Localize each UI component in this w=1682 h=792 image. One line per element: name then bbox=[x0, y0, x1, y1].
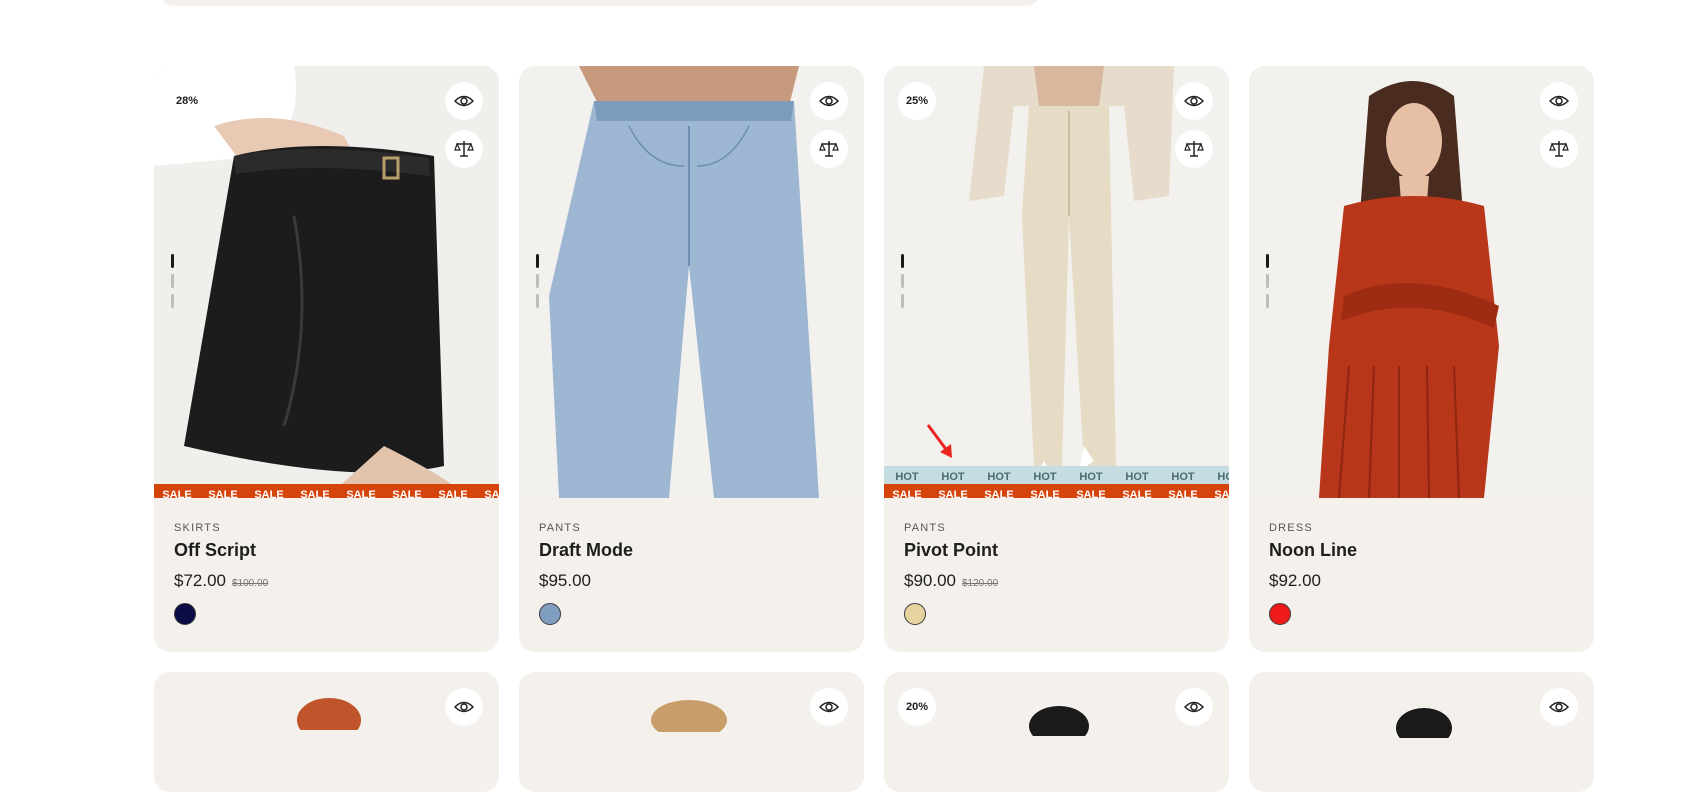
annotation-arrow-icon bbox=[926, 424, 952, 458]
hair-photo-crop bbox=[1396, 708, 1452, 738]
compare-button[interactable] bbox=[1540, 130, 1578, 168]
pager-dot[interactable] bbox=[901, 274, 904, 288]
product-price: $92.00 bbox=[1269, 571, 1321, 590]
pager-dot[interactable] bbox=[171, 294, 174, 308]
eye-icon bbox=[819, 701, 839, 713]
discount-badge: 28% bbox=[168, 82, 206, 120]
color-swatch[interactable] bbox=[1269, 603, 1291, 625]
quick-view-button[interactable] bbox=[445, 82, 483, 120]
scale-icon bbox=[454, 141, 474, 157]
product-card[interactable] bbox=[1249, 672, 1594, 792]
pager-dot[interactable] bbox=[536, 274, 539, 288]
quick-view-button[interactable] bbox=[1540, 82, 1578, 120]
compare-button[interactable] bbox=[810, 130, 848, 168]
product-card[interactable]: 28% SALE SALE SALE SALE SALE SALE SALE S… bbox=[154, 66, 499, 652]
pager-dot-active[interactable] bbox=[536, 254, 539, 268]
product-name[interactable]: Noon Line bbox=[1269, 540, 1574, 561]
quick-view-button[interactable] bbox=[445, 688, 483, 726]
pager-dot[interactable] bbox=[536, 294, 539, 308]
pager-dot-active[interactable] bbox=[901, 254, 904, 268]
product-card[interactable]: PANTS Draft Mode $95.00 bbox=[519, 66, 864, 652]
skirt-photo bbox=[154, 66, 499, 498]
product-category: PANTS bbox=[904, 522, 946, 534]
hair-photo-crop bbox=[297, 698, 361, 730]
product-old-price: $100.00 bbox=[232, 578, 269, 589]
quick-view-button[interactable] bbox=[1540, 688, 1578, 726]
pager-dot-active[interactable] bbox=[1266, 254, 1269, 268]
sale-ribbon: SALESALESALESALESALESALESALESALE bbox=[884, 484, 1229, 498]
eye-icon bbox=[454, 95, 474, 107]
product-old-price: $120.00 bbox=[962, 578, 999, 589]
scale-icon bbox=[1184, 141, 1204, 157]
compare-button[interactable] bbox=[1175, 130, 1213, 168]
pager-dot[interactable] bbox=[171, 274, 174, 288]
color-swatch[interactable] bbox=[904, 603, 926, 625]
image-pager[interactable] bbox=[536, 254, 539, 314]
product-category: PANTS bbox=[539, 522, 581, 534]
product-grid: 28% SALE SALE SALE SALE SALE SALE SALE S… bbox=[154, 66, 1594, 792]
pager-dot[interactable] bbox=[901, 294, 904, 308]
product-price: $72.00 bbox=[174, 571, 226, 590]
eye-icon bbox=[1184, 95, 1204, 107]
product-category: SKIRTS bbox=[174, 522, 221, 534]
pager-dot[interactable] bbox=[1266, 274, 1269, 288]
eye-icon bbox=[1549, 701, 1569, 713]
product-category: DRESS bbox=[1269, 522, 1313, 534]
product-card[interactable]: DRESS Noon Line $92.00 bbox=[1249, 66, 1594, 652]
product-name[interactable]: Draft Mode bbox=[539, 540, 844, 561]
product-card[interactable]: 25% HOT HOT HOT HOT HOT HOT HOT H SALE S… bbox=[884, 66, 1229, 652]
scale-icon bbox=[1549, 141, 1569, 157]
hair-photo-crop bbox=[1029, 706, 1089, 736]
product-info: SKIRTS Off Script $72.00 $100.00 bbox=[174, 522, 479, 629]
product-info: PANTS Pivot Point $90.00 $120.00 bbox=[904, 522, 1209, 629]
eye-icon bbox=[454, 701, 474, 713]
product-card[interactable] bbox=[154, 672, 499, 792]
eye-icon bbox=[1184, 701, 1204, 713]
sale-ribbon: SALESALESALESALESALESALESALESALE bbox=[154, 484, 499, 498]
quick-view-button[interactable] bbox=[1175, 688, 1213, 726]
product-card[interactable] bbox=[519, 672, 864, 792]
image-pager[interactable] bbox=[171, 254, 174, 314]
eye-icon bbox=[819, 95, 839, 107]
color-swatch[interactable] bbox=[539, 603, 561, 625]
quick-view-button[interactable] bbox=[810, 688, 848, 726]
product-image[interactable]: 25% HOT HOT HOT HOT HOT HOT HOT H SALE S… bbox=[884, 66, 1229, 498]
discount-badge: 25% bbox=[898, 82, 936, 120]
product-info: DRESS Noon Line $92.00 bbox=[1269, 522, 1574, 629]
scale-icon bbox=[819, 141, 839, 157]
pager-dot[interactable] bbox=[1266, 294, 1269, 308]
eye-icon bbox=[1549, 95, 1569, 107]
image-pager[interactable] bbox=[901, 254, 904, 314]
compare-button[interactable] bbox=[445, 130, 483, 168]
product-price: $90.00 bbox=[904, 571, 956, 590]
discount-badge: 20% bbox=[898, 688, 936, 726]
color-swatch[interactable] bbox=[174, 603, 196, 625]
pager-dot-active[interactable] bbox=[171, 254, 174, 268]
product-image[interactable]: 28% SALE SALE SALE SALE SALE SALE SALE S… bbox=[154, 66, 499, 498]
image-pager[interactable] bbox=[1266, 254, 1269, 314]
product-name[interactable]: Pivot Point bbox=[904, 540, 1209, 561]
jeans-photo bbox=[519, 66, 864, 498]
dress-photo bbox=[1249, 66, 1594, 498]
quick-view-button[interactable] bbox=[1175, 82, 1213, 120]
product-card[interactable]: 20% bbox=[884, 672, 1229, 792]
product-price: $95.00 bbox=[539, 571, 591, 590]
search-bar-remnant bbox=[160, 0, 1040, 6]
product-info: PANTS Draft Mode $95.00 bbox=[539, 522, 844, 629]
quick-view-button[interactable] bbox=[810, 82, 848, 120]
product-image[interactable] bbox=[1249, 66, 1594, 498]
product-image[interactable] bbox=[519, 66, 864, 498]
product-name[interactable]: Off Script bbox=[174, 540, 479, 561]
hat-photo-crop bbox=[651, 700, 727, 732]
